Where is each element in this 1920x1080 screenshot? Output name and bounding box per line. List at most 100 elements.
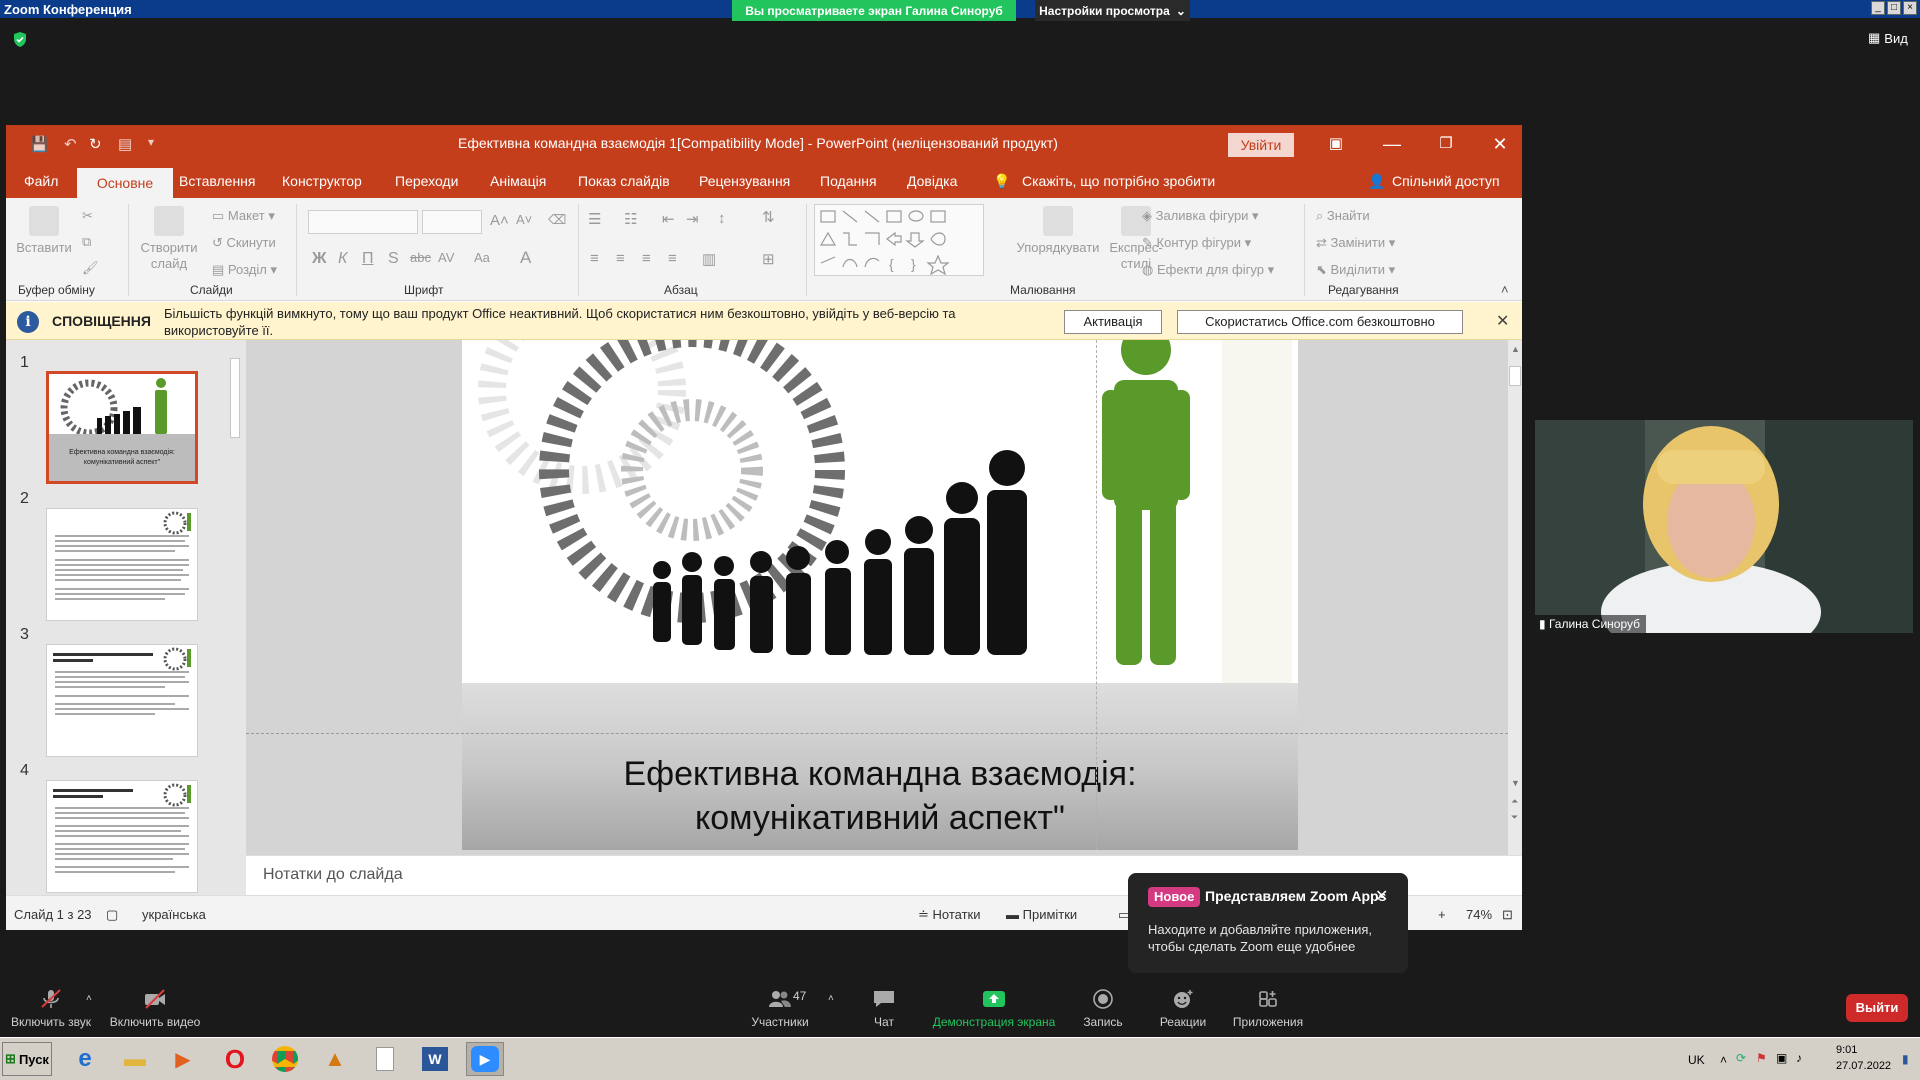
save-icon[interactable]: 💾 [30, 135, 49, 153]
reset-button[interactable]: ↺ Скинути [212, 235, 276, 251]
tray-sync-icon[interactable]: ⟳ [1736, 1051, 1746, 1065]
bullets-icon[interactable]: ☰ [588, 210, 601, 228]
align-left-icon[interactable]: ≡ [590, 250, 599, 267]
leave-button[interactable]: Выйти [1846, 994, 1908, 1022]
font-color-icon[interactable]: A [520, 248, 531, 268]
section-button[interactable]: ▤ Розділ ▾ [212, 262, 277, 278]
redo-icon[interactable]: ↻ [89, 135, 102, 153]
customize-qat-icon[interactable]: ▾ [148, 135, 154, 149]
slide-thumbnail-4[interactable] [46, 780, 198, 893]
tab-home[interactable]: Основне [77, 168, 173, 198]
tell-me-search[interactable]: Скажіть, що потрібно зробити [1022, 173, 1215, 189]
smartart-icon[interactable]: ⊞ [762, 250, 775, 268]
chat-button[interactable]: Чат [864, 975, 904, 1029]
font-size-dropdown[interactable] [422, 210, 482, 234]
columns-icon[interactable]: ▥ [702, 250, 716, 268]
slide-thumbnail-3[interactable] [46, 644, 198, 757]
slide-thumbnail-2[interactable] [46, 508, 198, 621]
taskbar-opera[interactable]: O [216, 1042, 254, 1076]
slide-title[interactable]: Ефективна командна взаємодія: комунікати… [462, 752, 1298, 840]
shrink-font-icon[interactable]: A˅ [516, 212, 532, 227]
shield-icon[interactable] [12, 31, 28, 48]
slide-scroll-thumb[interactable] [1509, 366, 1521, 386]
font-name-dropdown[interactable] [308, 210, 418, 234]
tab-review[interactable]: Рецензування [699, 173, 790, 189]
present-icon[interactable]: ▤ [118, 135, 132, 153]
bold-icon[interactable]: Ж [312, 250, 326, 268]
taskbar-app[interactable]: ▲ [316, 1042, 354, 1076]
tab-design[interactable]: Конструктор [282, 173, 362, 189]
tab-insert[interactable]: Вставлення [179, 173, 256, 189]
fit-slide-icon[interactable]: ⊡ [1502, 907, 1513, 923]
underline-icon[interactable]: П [362, 250, 374, 268]
zoom-level[interactable]: 74% [1466, 907, 1492, 922]
tray-volume-icon[interactable]: ♪ [1796, 1051, 1802, 1065]
sign-in-button[interactable]: Увійти [1228, 133, 1294, 157]
thumbnails-scroll-thumb[interactable] [230, 358, 240, 438]
strikethrough-icon[interactable]: abc [410, 250, 431, 265]
start-button[interactable]: ⊞ Пуск [2, 1042, 52, 1076]
char-spacing-icon[interactable]: AV [438, 250, 454, 265]
spellcheck-icon[interactable]: ▢ [106, 907, 118, 923]
italic-icon[interactable]: К [338, 250, 347, 268]
audio-options-icon[interactable]: ˄ [86, 993, 92, 1004]
clear-format-icon[interactable]: ⌫ [548, 212, 566, 228]
current-slide[interactable]: Ефективна командна взаємодія: комунікати… [462, 340, 1298, 850]
taskbar-media[interactable]: ▶ [164, 1042, 202, 1076]
notes-toggle[interactable]: ≐ Нотатки [918, 907, 981, 923]
taskbar-file[interactable] [366, 1042, 404, 1076]
align-center-icon[interactable]: ≡ [616, 250, 625, 267]
share-button[interactable]: Спільний доступ [1392, 173, 1500, 189]
replace-button[interactable]: ⇄ Замінити ▾ [1316, 235, 1395, 251]
view-button[interactable]: ▦ Вид [1868, 30, 1908, 46]
participants-options-icon[interactable]: ˄ [828, 993, 834, 1004]
show-desktop-icon[interactable]: ▮ [1902, 1052, 1909, 1066]
indent-increase-icon[interactable]: ⇥ [686, 210, 699, 228]
language-indicator[interactable]: українська [142, 907, 206, 922]
ppt-restore-button[interactable]: ❐ [1420, 125, 1472, 163]
clock-date[interactable]: 27.07.2022 [1836, 1060, 1891, 1072]
taskbar-zoom[interactable]: ▶ [466, 1042, 504, 1076]
taskbar-chrome[interactable] [266, 1042, 304, 1076]
unmute-button[interactable]: Включить звук [6, 975, 96, 1029]
maximize-button[interactable]: □ [1887, 1, 1901, 15]
ppt-close-button[interactable]: ✕ [1474, 125, 1522, 163]
format-painter-icon[interactable]: 🖌 [82, 260, 99, 276]
language-indicator-tray[interactable]: UK [1688, 1053, 1705, 1067]
tab-animations[interactable]: Анімація [490, 173, 546, 189]
record-button[interactable]: Запись [1078, 975, 1128, 1029]
scroll-up-icon[interactable]: ▲ [1511, 344, 1520, 354]
tab-view[interactable]: Подання [820, 173, 877, 189]
tab-slideshow[interactable]: Показ слайдів [578, 173, 670, 189]
tab-transitions[interactable]: Переходи [395, 173, 458, 189]
ppt-minimize-button[interactable]: — [1366, 125, 1418, 163]
arrange-button[interactable]: Упорядкувати [1012, 206, 1104, 256]
apps-button[interactable]: Приложения [1228, 975, 1308, 1029]
clock-time[interactable]: 9:01 [1836, 1044, 1857, 1056]
align-right-icon[interactable]: ≡ [642, 250, 651, 267]
participants-button[interactable]: Участники [740, 975, 820, 1029]
shape-effects-button[interactable]: ◍ Ефекти для фігур ▾ [1142, 262, 1274, 278]
shape-outline-button[interactable]: ✎ Контур фігури ▾ [1142, 235, 1251, 251]
indent-decrease-icon[interactable]: ⇤ [662, 210, 675, 228]
tab-file[interactable]: Файл [24, 173, 58, 189]
shapes-gallery[interactable]: {} [814, 204, 984, 276]
tab-help[interactable]: Довідка [907, 173, 957, 189]
cut-icon[interactable]: ✂ [82, 208, 93, 224]
activate-button[interactable]: Активація [1064, 310, 1162, 334]
notes-placeholder[interactable]: Нотатки до слайда [263, 866, 403, 884]
previous-slide-icon[interactable]: ⏶ [1511, 796, 1518, 807]
thumbnails-scrollbar[interactable] [228, 340, 242, 895]
next-slide-icon[interactable]: ⏷ [1511, 812, 1518, 823]
layout-button[interactable]: ▭ Макет ▾ [212, 208, 275, 224]
shadow-icon[interactable]: S [388, 250, 399, 268]
reactions-button[interactable]: Реакции [1158, 975, 1208, 1029]
slide-editing-area[interactable]: Ефективна командна взаємодія: комунікати… [246, 340, 1508, 855]
paste-button[interactable]: Вставити [14, 206, 74, 256]
start-video-button[interactable]: Включить видео [106, 975, 204, 1029]
ribbon-display-icon[interactable]: ▣ [1310, 125, 1362, 163]
tray-network-icon[interactable]: ▣ [1776, 1051, 1787, 1065]
grow-font-icon[interactable]: A˄ [490, 212, 509, 229]
comments-toggle[interactable]: ▬ Примітки [1006, 907, 1077, 922]
share-screen-button[interactable]: Демонстрация экрана [924, 975, 1064, 1029]
